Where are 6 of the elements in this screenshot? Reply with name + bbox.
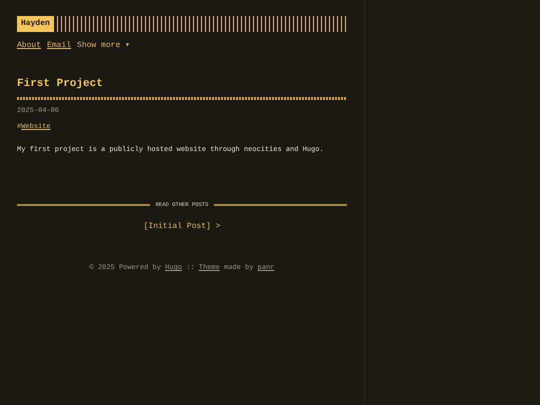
post-link[interactable]: [Initial Post] > bbox=[144, 221, 220, 234]
show-more-menu[interactable]: Show more ▾ bbox=[77, 40, 130, 52]
site-logo[interactable]: Hayden bbox=[17, 16, 54, 32]
nav-link[interactable]: Email bbox=[47, 40, 72, 52]
nav-link[interactable]: About bbox=[17, 40, 42, 52]
post-title: First Project bbox=[17, 77, 104, 92]
